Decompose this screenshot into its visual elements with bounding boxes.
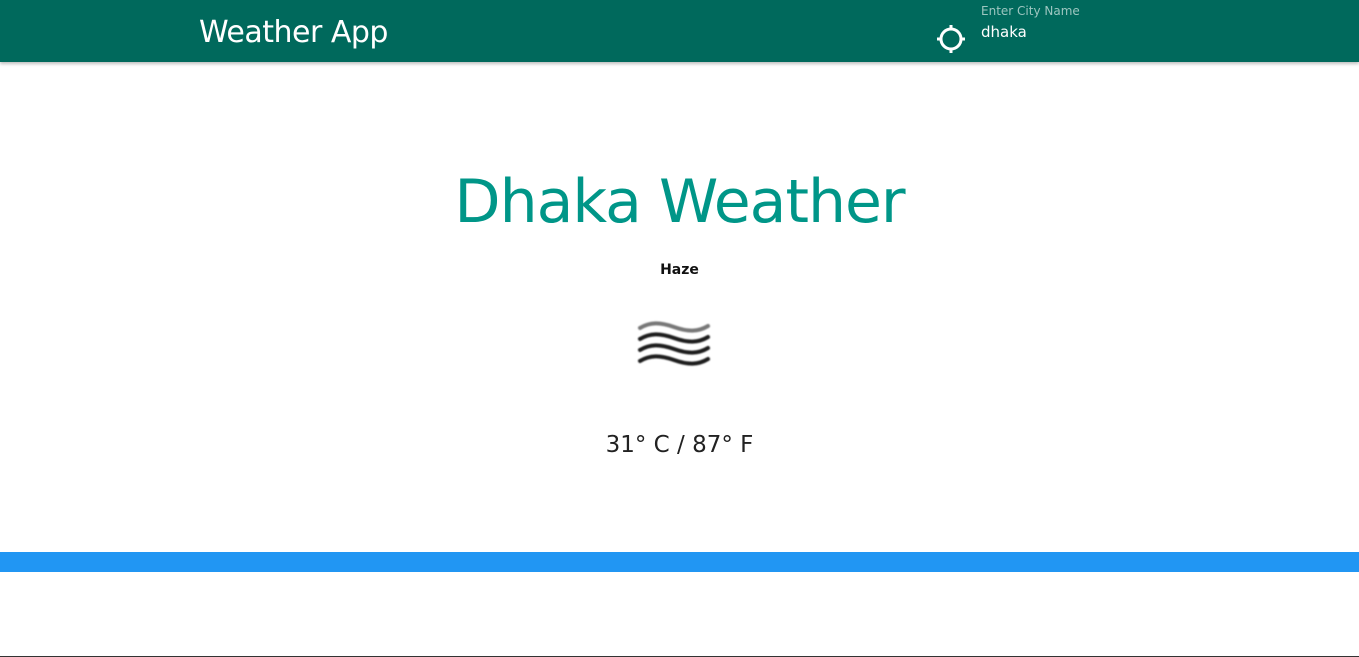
haze-icon bbox=[638, 321, 710, 366]
app-brand[interactable]: Weather App bbox=[199, 13, 388, 53]
city-input-label: Enter City Name bbox=[981, 4, 1080, 18]
footer-bar bbox=[0, 552, 1359, 572]
weather-title: Dhaka Weather bbox=[454, 167, 905, 237]
crosshair-icon[interactable] bbox=[936, 24, 966, 54]
temperature-reading: 31° C / 87° F bbox=[605, 432, 754, 458]
weather-condition: Haze bbox=[660, 262, 699, 278]
city-search-input[interactable] bbox=[981, 21, 1181, 43]
top-navbar: Weather App Enter City Name bbox=[0, 0, 1359, 62]
